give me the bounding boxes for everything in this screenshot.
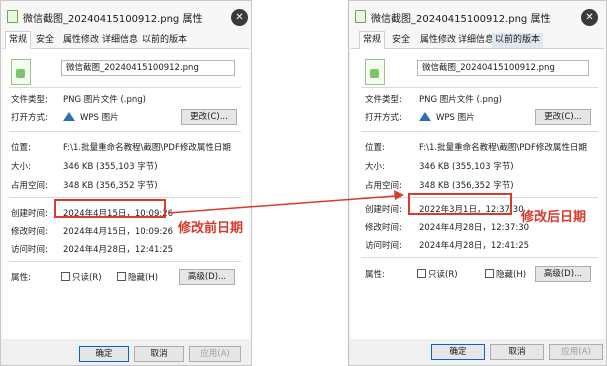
arrow-icon — [167, 190, 404, 214]
